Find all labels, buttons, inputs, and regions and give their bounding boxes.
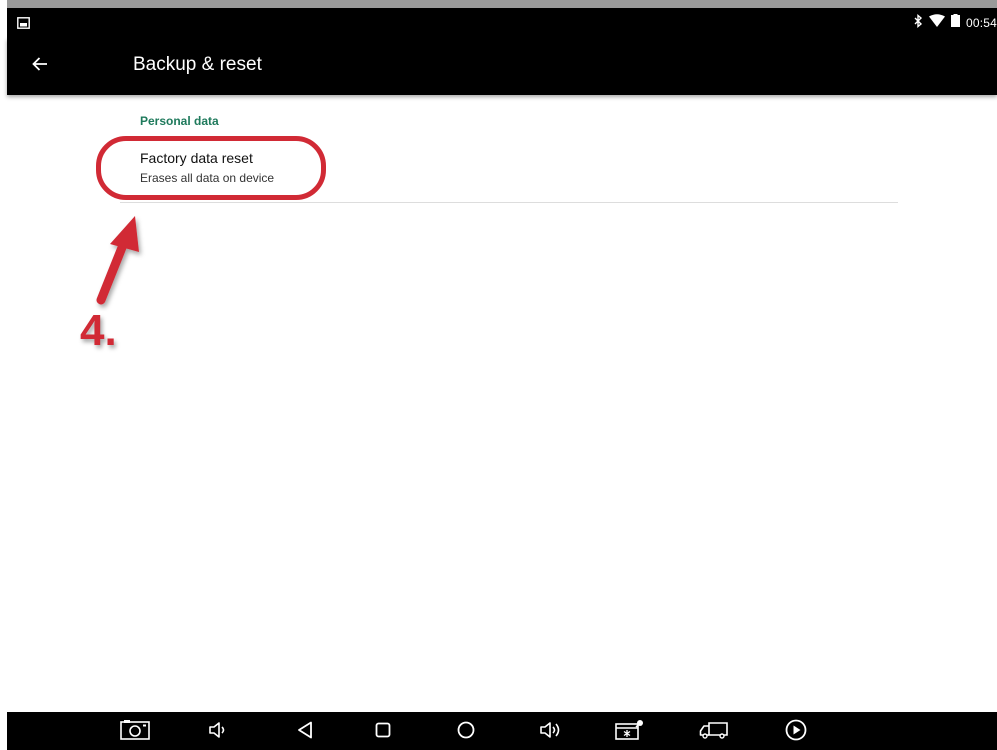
play-button[interactable] [781,719,811,746]
volume-up-button[interactable] [536,721,566,743]
annotation-arrow-icon [96,216,139,305]
volume-down-icon [209,721,227,744]
truck-icon [699,721,729,744]
window-left-edge [0,0,7,750]
home-button[interactable] [451,721,481,743]
recents-icon [375,722,391,743]
car-settings-icon [614,719,644,746]
section-header-personal-data: Personal data [140,114,219,128]
wifi-icon [928,14,945,32]
home-icon [457,721,475,744]
status-time: 00:54 [965,16,997,30]
back-arrow-icon [32,56,48,76]
app-bar: Backup & reset [7,38,997,95]
screenshot-notification-icon [17,16,30,29]
recents-button[interactable] [368,721,398,743]
bluetooth-icon [914,13,923,33]
screenshot-button[interactable] [120,719,150,745]
status-icons: 00:54 [914,13,997,33]
page-title: Backup & reset [133,54,262,75]
play-icon [785,719,807,746]
divider [120,202,898,203]
back-nav-button[interactable] [290,721,320,743]
window-top-edge [0,0,997,8]
battery-icon [950,14,960,32]
truck-button[interactable] [699,721,729,743]
screenshot-icon [120,719,150,745]
highlight-ring [96,136,326,200]
status-bar: 00:54 [7,8,997,38]
step-label: 4. [80,306,117,355]
back-icon [297,721,313,744]
volume-down-button[interactable] [203,721,233,743]
car-settings-button[interactable] [614,719,644,746]
back-button[interactable] [25,51,55,81]
volume-up-icon [540,721,562,744]
navigation-bar [7,712,997,750]
